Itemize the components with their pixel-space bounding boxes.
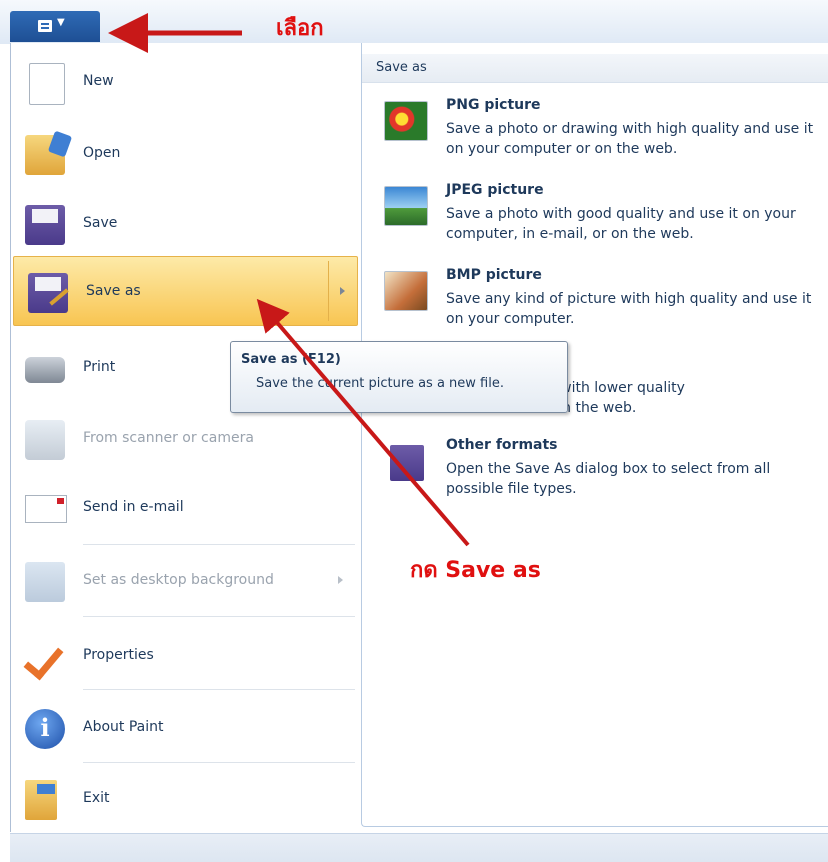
save-option-png[interactable]: PNG picture Save a photo or drawing with…	[384, 97, 824, 167]
save-option-other[interactable]: Other formats Open the Save As dialog bo…	[384, 437, 824, 507]
submenu-arrow-icon[interactable]	[340, 287, 345, 295]
menu-separator	[83, 616, 355, 617]
menu-commands: New Open Save Save as Print From scanner…	[11, 43, 361, 832]
menu-item-about[interactable]: About Paint	[11, 693, 357, 761]
tooltip-title: Save as (F12)	[241, 352, 341, 367]
menu-item-label: About Paint	[83, 719, 164, 735]
menu-item-save-as[interactable]: Save as	[13, 256, 358, 326]
new-document-icon	[29, 63, 65, 105]
option-title: Other formats	[446, 437, 558, 453]
info-icon	[25, 709, 65, 749]
menu-item-label: New	[83, 73, 114, 89]
title-bar: ▼ เลือก	[0, 0, 828, 44]
split-divider	[328, 261, 329, 321]
option-description: Save a photo or drawing with high qualit…	[446, 121, 814, 157]
save-as-tooltip: Save as (F12) Save the current picture a…	[230, 341, 568, 413]
submenu-header: Save as	[362, 54, 828, 83]
menu-separator	[83, 544, 355, 545]
desktop-icon	[25, 562, 65, 602]
submenu-arrow-icon	[338, 576, 343, 584]
menu-item-label: Save	[83, 215, 118, 231]
bmp-picture-icon	[384, 271, 428, 311]
option-title: PNG picture	[446, 97, 541, 113]
menu-separator	[83, 689, 355, 690]
save-as-submenu: Save as PNG picture Save a photo or draw…	[361, 43, 828, 827]
menu-item-properties[interactable]: Properties	[11, 621, 357, 689]
menu-item-new[interactable]: New	[11, 47, 357, 115]
save-option-bmp[interactable]: BMP picture Save any kind of picture wit…	[384, 267, 824, 337]
annotation-choose: เลือก	[276, 16, 324, 41]
submenu-title: Save as	[376, 60, 427, 75]
open-folder-icon	[25, 135, 65, 175]
menu-item-save[interactable]: Save	[11, 189, 357, 257]
paint-menu-button[interactable]: ▼	[10, 11, 100, 42]
save-as-icon	[28, 273, 68, 313]
save-disk-icon	[390, 445, 424, 481]
menu-item-set-desktop: Set as desktop background	[11, 546, 357, 614]
option-description: Open the Save As dialog box to select fr…	[446, 461, 771, 497]
save-option-jpeg[interactable]: JPEG picture Save a photo with good qual…	[384, 182, 824, 252]
application-menu: New Open Save Save as Print From scanner…	[10, 43, 828, 832]
option-title: BMP picture	[446, 267, 542, 283]
printer-icon	[25, 357, 65, 383]
menu-item-label: Open	[83, 145, 121, 161]
menu-item-label: Save as	[86, 283, 141, 299]
menu-item-from-scanner: From scanner or camera	[11, 404, 357, 472]
checkmark-icon	[25, 637, 65, 677]
menu-separator	[83, 762, 355, 763]
jpeg-picture-icon	[384, 186, 428, 226]
png-picture-icon	[384, 101, 428, 141]
chevron-down-icon: ▼	[57, 17, 65, 28]
exit-icon	[25, 780, 57, 820]
option-description: Save any kind of picture with high quali…	[446, 291, 812, 327]
option-description: Save a photo with good quality and use i…	[446, 206, 796, 242]
menu-item-label: Properties	[83, 647, 154, 663]
tooltip-text: Save the current picture as a new file.	[256, 376, 504, 391]
menu-item-label: Set as desktop background	[83, 572, 274, 588]
menu-item-send-email[interactable]: Send in e-mail	[11, 473, 357, 541]
menu-item-label: From scanner or camera	[83, 430, 254, 446]
email-icon	[25, 495, 67, 523]
menu-icon	[38, 20, 52, 32]
status-strip	[10, 833, 828, 862]
scanner-icon	[25, 420, 65, 460]
menu-item-exit[interactable]: Exit	[11, 764, 357, 832]
menu-item-label: Exit	[83, 790, 110, 806]
annotation-press-save-as: กด Save as	[410, 558, 541, 583]
menu-item-label: Send in e-mail	[83, 499, 184, 515]
menu-item-label: Print	[83, 359, 116, 375]
save-disk-icon	[25, 205, 65, 245]
option-title: JPEG picture	[446, 182, 544, 198]
menu-item-open[interactable]: Open	[11, 119, 357, 187]
